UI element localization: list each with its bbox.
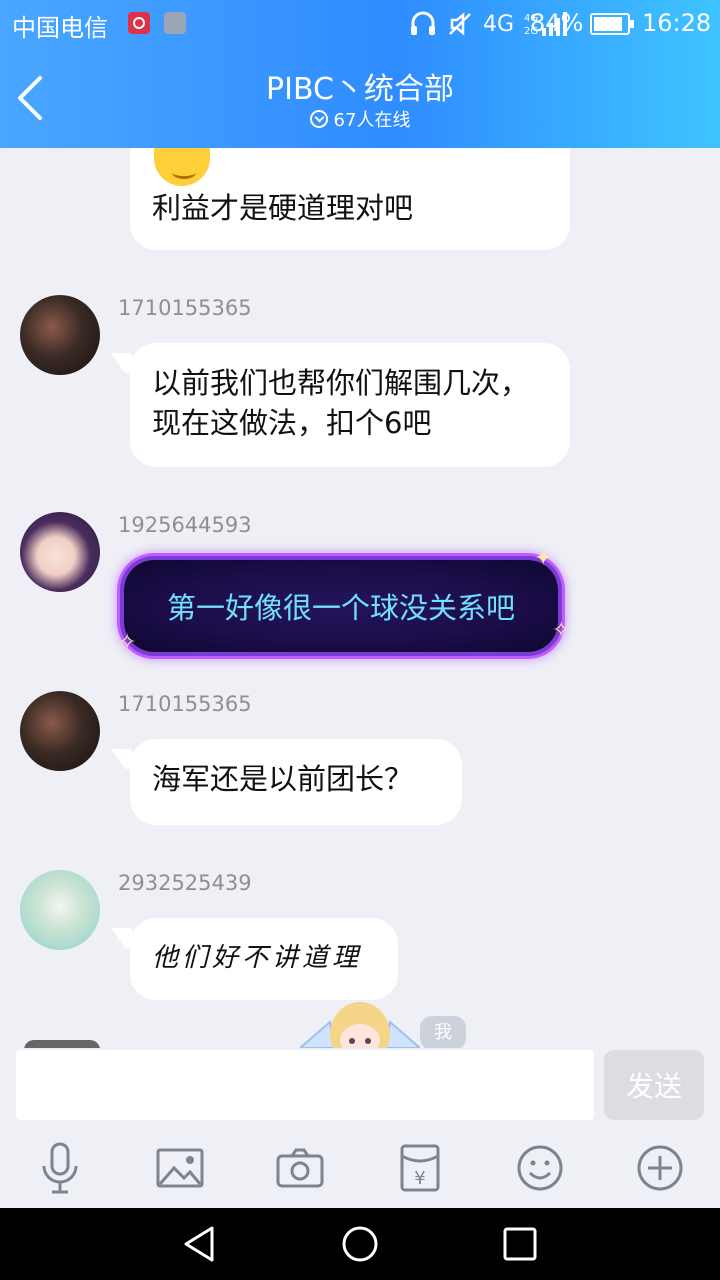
- sparkle-icon: ✧: [118, 630, 137, 655]
- carrier-label: 中国电信: [12, 14, 108, 42]
- message-bubble[interactable]: 他们好不讲道理: [130, 918, 398, 1000]
- image-icon: [156, 1148, 204, 1188]
- sender-name: 1710155365: [118, 296, 252, 320]
- message-text: 海军还是以前团长？: [152, 762, 414, 796]
- sparkle-icon: ✧: [552, 618, 571, 643]
- sticker-character-icon: [300, 1002, 420, 1048]
- voice-button[interactable]: [32, 1140, 88, 1196]
- message-bubble[interactable]: 海军还是以前团长？: [130, 739, 462, 825]
- emoji-icon: [517, 1145, 563, 1191]
- sparkle-icon: ✦: [534, 546, 553, 571]
- avatar[interactable]: [20, 295, 100, 375]
- message-text: 利益才是硬道理对吧: [152, 191, 414, 225]
- headphones-icon: [410, 11, 435, 35]
- nav-back-button[interactable]: [180, 1224, 220, 1264]
- system-nav-bar: [0, 1208, 720, 1280]
- emoji-button[interactable]: [512, 1140, 568, 1196]
- message-text: 以前我们也帮你们解围几次，现在这做法，扣个6吧: [152, 366, 530, 440]
- message-text: 第一好像很一个球没关系吧: [166, 591, 515, 625]
- more-button[interactable]: [632, 1140, 688, 1196]
- red-packet-icon: ¥: [400, 1144, 440, 1192]
- plus-icon: [637, 1145, 683, 1191]
- online-count-label: 67人在线: [333, 110, 411, 131]
- svg-text:¥: ¥: [414, 1168, 425, 1189]
- triangle-back-icon: [184, 1226, 214, 1262]
- sender-name: 2932525439: [118, 871, 252, 895]
- status-bar: 中国电信 4G 4G 2G 84% 16:28: [0, 0, 720, 48]
- red-packet-button[interactable]: ¥: [392, 1140, 448, 1196]
- nav-home-button[interactable]: [340, 1224, 380, 1264]
- online-count[interactable]: 67人在线: [260, 106, 460, 132]
- battery-percent: 84%: [530, 9, 584, 37]
- nav-recents-button[interactable]: [500, 1224, 540, 1264]
- send-button[interactable]: 发送: [604, 1050, 704, 1120]
- camera-button[interactable]: [272, 1140, 328, 1196]
- input-toolbar: ¥: [0, 1140, 720, 1196]
- mic-icon: [42, 1142, 78, 1194]
- music-app-icon: [128, 12, 150, 34]
- message-list[interactable]: 利益才是硬道理对吧 1710155365 以前我们也帮你们解围几次，现在这做法，…: [0, 148, 720, 1048]
- avatar[interactable]: [24, 1040, 100, 1048]
- image-button[interactable]: [152, 1140, 208, 1196]
- mute-icon: [449, 12, 471, 36]
- sender-name: 1710155365: [118, 692, 252, 716]
- chevron-down-circle-icon: [309, 110, 328, 128]
- gallery-app-icon: [164, 12, 186, 34]
- back-button[interactable]: [10, 70, 54, 126]
- battery-icon: [590, 13, 634, 35]
- network-type-label: 4G: [482, 11, 514, 37]
- message-bubble[interactable]: 以前我们也帮你们解围几次，现在这做法，扣个6吧: [130, 343, 570, 467]
- chat-title[interactable]: PIBC丶统合部: [160, 64, 560, 108]
- me-badge: 我: [420, 1016, 466, 1048]
- camera-icon: [276, 1148, 324, 1188]
- clock: 16:28: [642, 9, 712, 37]
- chevron-left-icon: [18, 76, 42, 120]
- fancy-message-bubble[interactable]: 第一好像很一个球没关系吧: [124, 560, 558, 652]
- avatar[interactable]: [20, 512, 100, 592]
- chat-header: 中国电信 4G 4G 2G 84% 16:28 PIBC丶统合部 67人在线: [0, 0, 720, 148]
- circle-home-icon: [342, 1226, 378, 1262]
- message-text: 他们好不讲道理: [152, 943, 363, 973]
- sender-name: 1925644593: [118, 513, 252, 537]
- avatar[interactable]: [20, 870, 100, 950]
- input-area: 发送 ¥: [0, 1048, 720, 1208]
- square-recents-icon: [503, 1227, 537, 1261]
- avatar[interactable]: [20, 691, 100, 771]
- message-input[interactable]: [16, 1050, 594, 1120]
